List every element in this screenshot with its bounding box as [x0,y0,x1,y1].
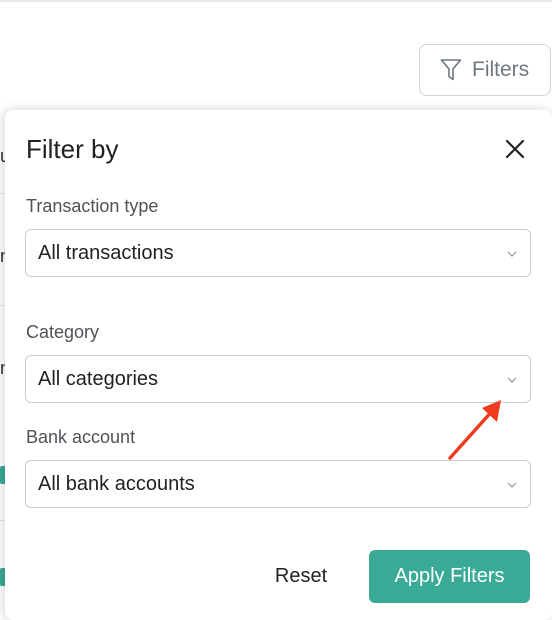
transaction-type-select[interactable]: All transactions [25,229,531,277]
annotation-arrow-icon [448,400,501,460]
chevron-down-icon [506,479,518,491]
close-button[interactable] [501,135,529,163]
reset-button[interactable]: Reset [253,550,349,602]
filter-panel: Filter by Transaction type All transacti… [5,110,552,620]
funnel-icon [440,59,462,81]
panel-title: Filter by [26,134,119,164]
category-value: All categories [38,367,159,390]
apply-filters-button[interactable]: Apply Filters [369,550,530,603]
close-icon [505,139,525,159]
bank-account-select[interactable]: All bank accounts [25,460,531,508]
chevron-down-icon [506,374,518,386]
chevron-down-icon [506,248,518,260]
transaction-type-value: All transactions [38,241,174,264]
bank-account-label: Bank account [26,427,136,447]
bank-account-value: All bank accounts [38,472,195,495]
category-label: Category [26,322,100,342]
transaction-type-label: Transaction type [26,196,159,216]
filters-button[interactable]: Filters [419,44,551,96]
filters-button-label: Filters [472,58,530,81]
